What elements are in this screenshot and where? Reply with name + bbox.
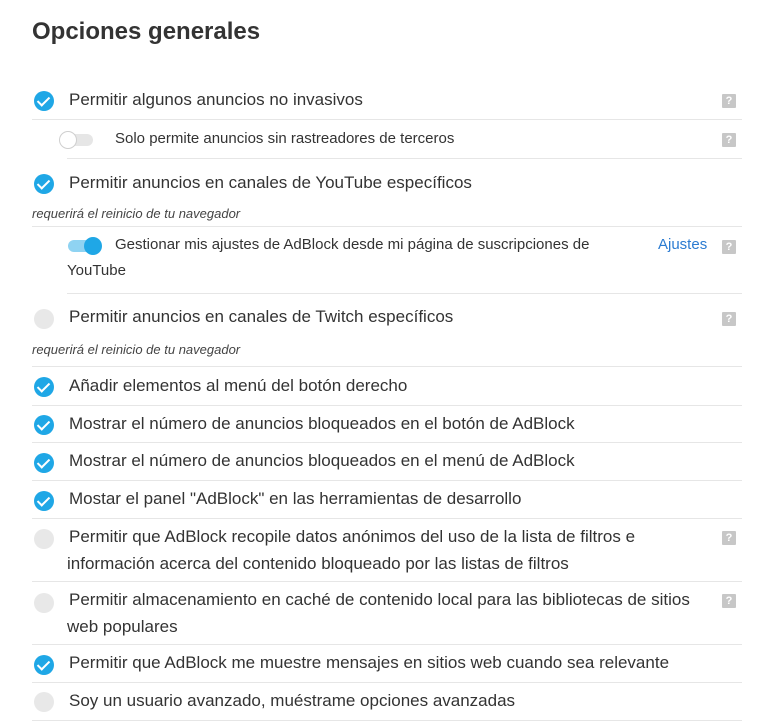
option-label-line2: YouTube — [67, 262, 126, 279]
checkbox-acceptable-ads[interactable] — [34, 91, 54, 111]
toggle-knob — [59, 131, 77, 149]
option-label: Soy un usuario avanzado, muéstrame opcio… — [69, 691, 516, 710]
option-label: Mostar el panel "AdBlock" en las herrami… — [69, 489, 522, 508]
help-icon[interactable]: ? — [722, 312, 736, 326]
option-label-line1: Gestionar mis ajustes de AdBlock desde m… — [115, 236, 590, 253]
option-label: Mostrar el número de anuncios bloqueados… — [69, 451, 575, 470]
option-label: Mostrar el número de anuncios bloqueados… — [69, 414, 575, 433]
help-icon[interactable]: ? — [722, 133, 736, 147]
help-icon[interactable]: ? — [722, 240, 736, 254]
restart-note: requerirá el reinicio de tu navegador — [32, 342, 241, 357]
option-acceptable-ads-privacy: Solo permite anuncios sin rastreadores d… — [59, 120, 742, 159]
page-title: Opciones generales — [32, 18, 261, 45]
option-label: Permitir algunos anuncios no invasivos — [69, 90, 363, 109]
option-acceptable-ads: Permitir algunos anuncios no invasivos ? — [32, 83, 742, 120]
checkbox-advanced-user[interactable] — [34, 692, 54, 712]
checkbox-messages[interactable] — [34, 655, 54, 675]
option-label: Permitir anuncios en canales de Twitch e… — [69, 307, 454, 326]
checkbox-badge-count[interactable] — [34, 415, 54, 435]
checkbox-devtools-panel[interactable] — [34, 491, 54, 511]
toggle-acceptable-ads-privacy[interactable] — [59, 131, 93, 149]
option-label: Añadir elementos al menú del botón derec… — [69, 376, 408, 395]
checkbox-youtube-channels[interactable] — [34, 174, 54, 194]
option-data-collection: Permitir que AdBlock recopile datos anón… — [32, 519, 742, 582]
option-label-line1: Permitir que AdBlock recopile datos anón… — [69, 527, 636, 546]
option-menu-count: Mostrar el número de anuncios bloqueados… — [32, 443, 742, 481]
checkbox-menu-count[interactable] — [34, 453, 54, 473]
youtube-settings-link[interactable]: Ajustes — [658, 236, 707, 253]
checkbox-context-menu[interactable] — [34, 377, 54, 397]
option-badge-count: Mostrar el número de anuncios bloqueados… — [32, 406, 742, 443]
toggle-youtube-manage[interactable] — [68, 237, 102, 255]
help-icon[interactable]: ? — [722, 594, 736, 608]
restart-note: requerirá el reinicio de tu navegador — [32, 206, 241, 221]
option-messages: Permitir que AdBlock me muestre mensajes… — [32, 645, 742, 683]
option-label-line2: web populares — [67, 617, 178, 636]
option-label-line2: información acerca del contenido bloquea… — [67, 554, 569, 573]
toggle-knob — [84, 237, 102, 255]
option-label: Permitir anuncios en canales de YouTube … — [69, 173, 472, 192]
option-youtube-manage: Gestionar mis ajustes de AdBlock desde m… — [67, 227, 742, 294]
help-icon[interactable]: ? — [722, 94, 736, 108]
option-youtube-channels: Permitir anuncios en canales de YouTube … — [32, 168, 742, 198]
checkbox-twitch-channels[interactable] — [34, 309, 54, 329]
option-label: Solo permite anuncios sin rastreadores d… — [115, 130, 455, 147]
option-advanced-user: Soy un usuario avanzado, muéstrame opcio… — [32, 683, 742, 721]
checkbox-data-collection[interactable] — [34, 529, 54, 549]
checkbox-local-cdn[interactable] — [34, 593, 54, 613]
option-label: Permitir que AdBlock me muestre mensajes… — [69, 653, 670, 672]
option-label-line1: Permitir almacenamiento en caché de cont… — [69, 590, 690, 609]
option-devtools-panel: Mostar el panel "AdBlock" en las herrami… — [32, 481, 742, 519]
option-twitch-channels: Permitir anuncios en canales de Twitch e… — [32, 303, 742, 333]
help-icon[interactable]: ? — [722, 531, 736, 545]
option-context-menu: Añadir elementos al menú del botón derec… — [32, 367, 742, 406]
option-local-cdn: Permitir almacenamiento en caché de cont… — [32, 582, 742, 645]
